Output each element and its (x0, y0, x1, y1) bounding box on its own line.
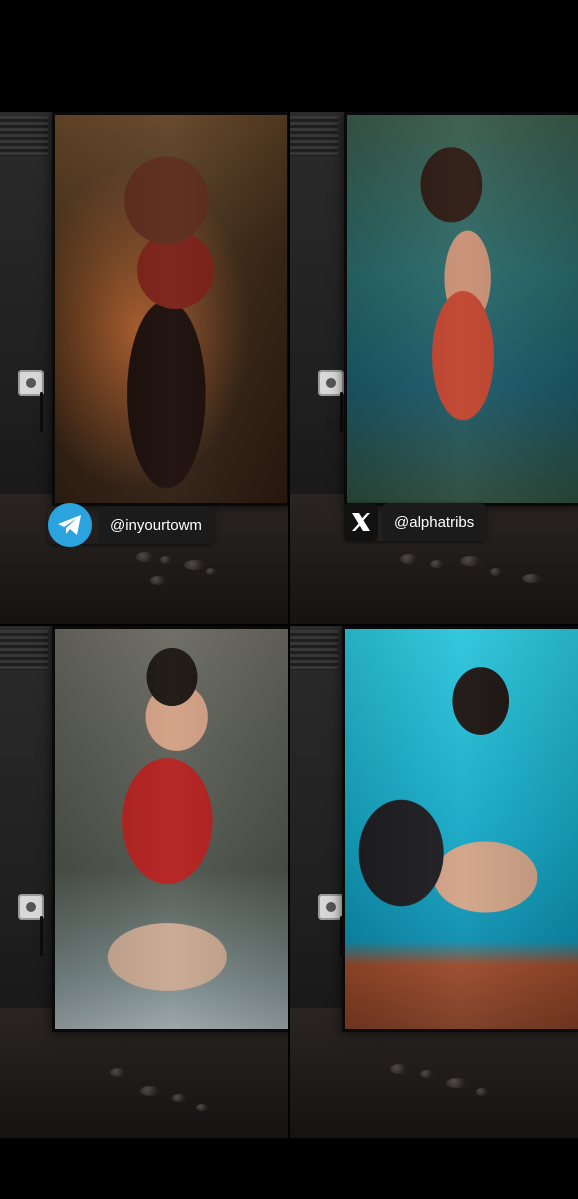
water-drop (430, 560, 444, 568)
water-drop (206, 568, 216, 575)
photo-panel-2[interactable] (290, 112, 578, 624)
photo-panel-3[interactable] (0, 626, 288, 1138)
water-drop (400, 554, 418, 564)
ac-vent (0, 630, 48, 670)
photo-frame (52, 112, 288, 506)
water-drop (390, 1064, 408, 1074)
water-drop (140, 1086, 160, 1096)
water-drop (476, 1088, 488, 1096)
water-drop (522, 574, 542, 583)
cable (340, 392, 343, 432)
ac-vent (290, 630, 338, 670)
water-drop (160, 556, 172, 564)
x-handle: @alphatribs (382, 503, 487, 541)
water-drop (136, 552, 154, 562)
cable (40, 916, 43, 956)
water-drop (490, 568, 502, 576)
water-drop (110, 1068, 126, 1077)
telegram-icon (48, 503, 92, 547)
water-drop (150, 576, 166, 585)
telegram-handle: @inyourtowm (98, 506, 214, 544)
ac-vent (290, 116, 338, 156)
water-drop (184, 560, 206, 570)
ac-vent (0, 116, 48, 156)
photo-frame (342, 626, 578, 1032)
cable (40, 392, 43, 432)
water-drop (460, 556, 482, 566)
photo-grid: @inyourtowm @alphatribs (0, 112, 578, 1138)
water-drop (172, 1094, 186, 1102)
photo-panel-4[interactable] (290, 626, 578, 1138)
x-watermark[interactable]: @alphatribs (344, 503, 487, 541)
water-drop (420, 1070, 434, 1078)
photo-frame (344, 112, 578, 506)
water-drop (446, 1078, 468, 1088)
water-drop (196, 1104, 208, 1111)
x-logo-icon (344, 503, 378, 541)
telegram-watermark[interactable]: @inyourtowm (48, 503, 214, 547)
photo-frame (52, 626, 288, 1032)
photo-panel-1[interactable] (0, 112, 288, 624)
